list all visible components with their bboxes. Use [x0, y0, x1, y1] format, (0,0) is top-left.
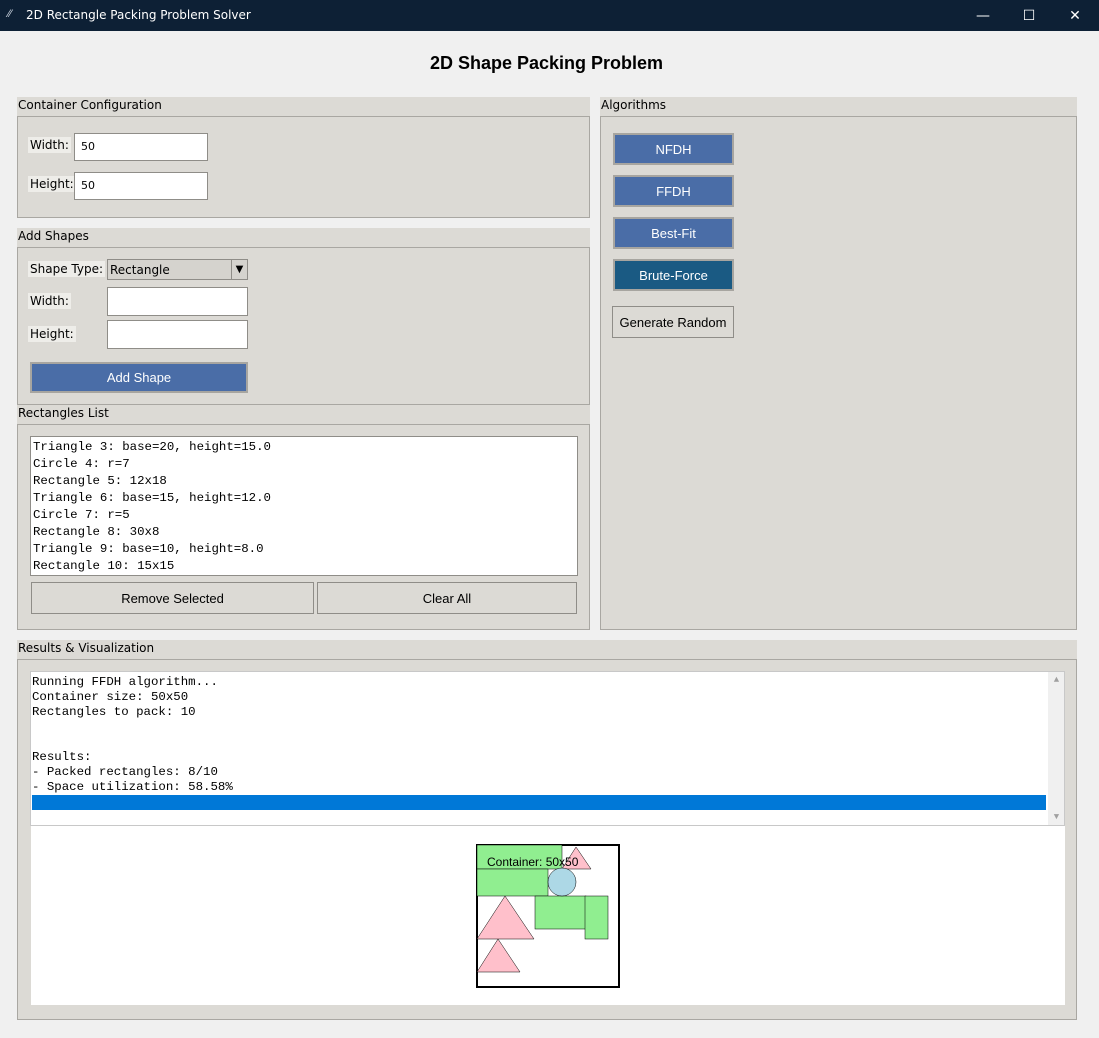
close-button[interactable]: ✕ — [1052, 0, 1098, 31]
log-line: - Space utilization: 58.58% — [32, 780, 233, 794]
log-scrollbar[interactable]: ▲ ▼ — [1048, 672, 1064, 825]
packed-rectangle — [476, 868, 549, 897]
shape-width-input[interactable] — [107, 287, 248, 316]
container-config-group: Container Configuration Width: 50 Height… — [17, 97, 590, 218]
list-item[interactable]: Triangle 9: base=10, height=8.0 — [31, 541, 577, 558]
list-item[interactable]: Rectangle 5: 12x18 — [31, 473, 577, 490]
add-shape-button[interactable]: Add Shape — [30, 362, 248, 393]
results-log[interactable]: Running FFDH algorithm... Container size… — [30, 671, 1065, 826]
list-item[interactable]: Triangle 3: base=20, height=15.0 — [31, 439, 577, 456]
rectangles-list-label: Rectangles List — [18, 406, 109, 420]
shape-height-label: Height: — [28, 326, 76, 342]
packed-rectangle — [534, 895, 587, 930]
container-width-input[interactable]: 50 — [74, 133, 208, 161]
minimize-button[interactable]: — — [960, 0, 1006, 31]
maximize-button[interactable]: ☐ — [1006, 0, 1052, 31]
container-height-input[interactable]: 50 — [74, 172, 208, 200]
list-item[interactable]: Triangle 6: base=15, height=12.0 — [31, 490, 577, 507]
page-title: 2D Shape Packing Problem — [429, 53, 664, 73]
packed-circle — [547, 867, 577, 897]
algorithms-label: Algorithms — [601, 98, 667, 112]
shape-height-input[interactable] — [107, 320, 248, 349]
container-config-label: Container Configuration — [18, 98, 162, 112]
log-line: Running FFDH algorithm... — [32, 675, 218, 689]
shape-type-label: Shape Type: — [28, 261, 105, 277]
brute-force-button[interactable]: Brute-Force — [613, 259, 734, 291]
container-width-label: Width: — [28, 137, 71, 153]
results-group: Results & Visualization Running FFDH alg… — [17, 640, 1077, 1020]
log-line: Results: — [32, 750, 92, 764]
feather-icon: ⁄⁄ — [8, 8, 12, 20]
best-fit-button[interactable]: Best-Fit — [613, 217, 734, 249]
clear-all-button[interactable]: Clear All — [317, 582, 577, 614]
shape-type-value: Rectangle — [110, 263, 170, 277]
list-item[interactable]: Rectangle 10: 15x15 — [31, 558, 577, 575]
rectangles-list-group: Rectangles List Triangle 3: base=20, hei… — [17, 405, 590, 630]
log-line: Container size: 50x50 — [32, 690, 189, 704]
container-height-label: Height: — [28, 176, 76, 192]
add-shapes-label: Add Shapes — [18, 229, 89, 243]
window-titlebar[interactable]: ⁄⁄ 2D Rectangle Packing Problem Solver —… — [0, 0, 1099, 31]
list-item[interactable]: Circle 4: r=7 — [31, 456, 577, 473]
algorithms-group: Algorithms NFDH FFDH Best-Fit Brute-Forc… — [600, 97, 1077, 630]
generate-random-button[interactable]: Generate Random — [612, 306, 734, 338]
nfdh-button[interactable]: NFDH — [613, 133, 734, 165]
results-label: Results & Visualization — [18, 641, 155, 655]
container-caption: Container: 50x50 — [487, 855, 579, 869]
add-shapes-group: Add Shapes Shape Type: Rectangle ▼ Width… — [17, 228, 590, 405]
selection-highlight — [32, 795, 1046, 810]
packing-visualization: Container: 50x50 — [476, 844, 620, 988]
list-item[interactable]: Circle 7: r=5 — [31, 507, 577, 524]
ffdh-button[interactable]: FFDH — [613, 175, 734, 207]
remove-selected-button[interactable]: Remove Selected — [31, 582, 314, 614]
list-item[interactable]: Rectangle 8: 30x8 — [31, 524, 577, 541]
scroll-up-icon[interactable]: ▲ — [1048, 673, 1064, 687]
log-line: Rectangles to pack: 10 — [32, 705, 196, 719]
visualization-canvas: Container: 50x50 — [31, 826, 1065, 1005]
shape-width-label: Width: — [28, 293, 71, 309]
packed-rectangle — [584, 895, 609, 940]
window-title: 2D Rectangle Packing Problem Solver — [26, 8, 251, 22]
rectangles-listbox[interactable]: Triangle 3: base=20, height=15.0 Circle … — [30, 436, 578, 576]
log-line: - Packed rectangles: 8/10 — [32, 765, 218, 779]
shape-type-select[interactable]: Rectangle ▼ — [107, 259, 248, 280]
scroll-down-icon[interactable]: ▼ — [1048, 810, 1064, 824]
chevron-down-icon[interactable]: ▼ — [231, 260, 247, 279]
